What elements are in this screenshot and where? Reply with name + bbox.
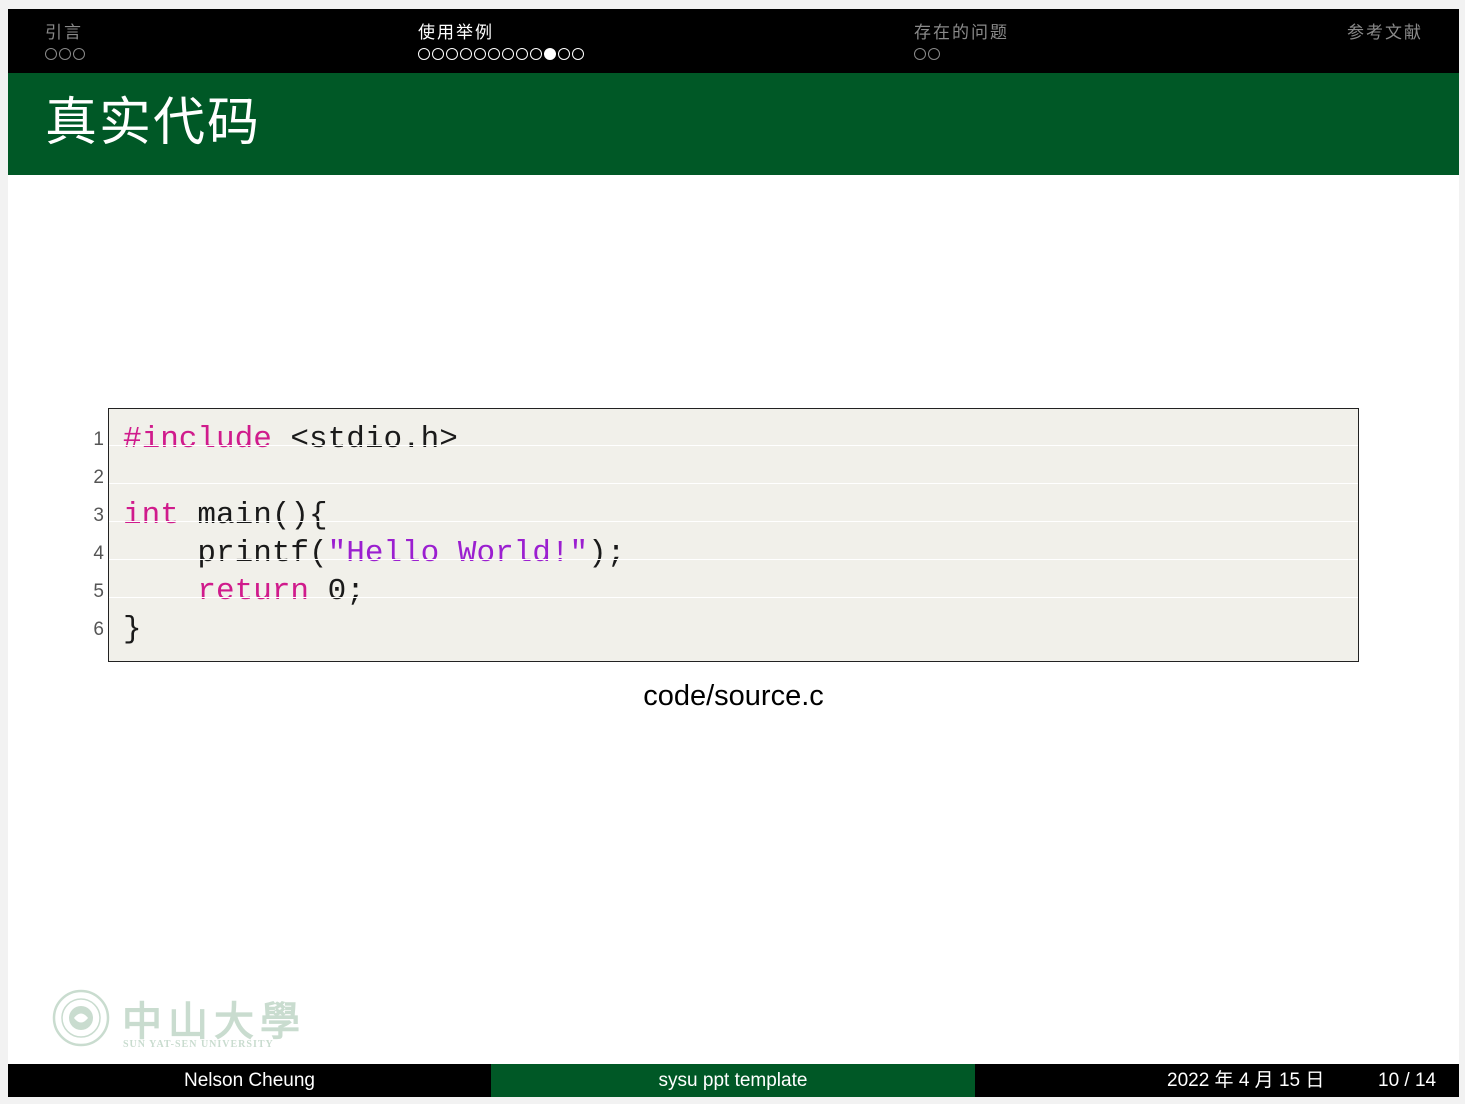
nav-section-title[interactable]: 使用举例 [418,21,584,45]
nav-dot[interactable] [914,48,926,60]
code-line [109,446,1358,484]
code-line: } [109,598,1358,647]
nav-section-problems[interactable]: 存在的问题 [914,21,1009,62]
nav-section-title[interactable]: 参考文献 [1347,21,1423,45]
page-number: 10 / 14 [1378,1070,1437,1091]
footer-date: 2022 年 4 月 15 日 [1167,1070,1325,1091]
line-number: 1 [93,429,104,450]
nav-dot[interactable] [572,48,584,60]
line-number: 4 [93,543,104,564]
code-caption: code/source.c [643,680,824,712]
footer-title: sysu ppt template [491,1064,975,1097]
nav-section-title[interactable]: 引言 [45,21,85,45]
nav-dot[interactable] [516,48,528,60]
slide: 引言 使用举例 存在的问题 参考文献 真实代码 1 2 3 4 5 6 #include … [8,9,1459,1097]
code-listing: #include <stdio.h> int main(){ printf("He… [108,408,1359,662]
nav-dot[interactable] [460,48,472,60]
nav-dot[interactable] [73,48,85,60]
footer-info: 2022 年 4 月 15 日 10 / 14 [975,1064,1459,1097]
university-seal-icon [52,989,110,1047]
nav-dot[interactable] [928,48,940,60]
nav-slide-dots [45,48,85,62]
section-navigation: 引言 使用举例 存在的问题 参考文献 [8,9,1459,73]
nav-slide-dots [418,48,584,62]
footer: Nelson Cheung sysu ppt template 2022 年 4… [8,1064,1459,1097]
university-english-name: SUN YAT-SEN UNIVERSITY [123,1039,274,1050]
nav-dot[interactable] [45,48,57,60]
frame-title-bar: 真实代码 [8,73,1459,175]
code-line: return 0; [109,560,1358,609]
footer-author: Nelson Cheung [8,1064,491,1097]
nav-slide-dots [914,48,1009,62]
code-line-text: } [123,610,142,650]
nav-slide-dots [1347,48,1423,62]
nav-section-references[interactable]: 参考文献 [1347,21,1423,62]
nav-dot[interactable] [418,48,430,60]
nav-dot[interactable] [502,48,514,60]
nav-dot[interactable] [446,48,458,60]
nav-dot[interactable] [59,48,71,60]
university-logo: 中山大學 SUN YAT-SEN UNIVERSITY [52,987,300,1053]
nav-dot[interactable] [488,48,500,60]
code-line: #include <stdio.h> [109,408,1358,457]
frame-title: 真实代码 [45,93,262,153]
line-number: 5 [93,581,104,602]
nav-dot[interactable] [432,48,444,60]
nav-dot[interactable] [530,48,542,60]
nav-section-title[interactable]: 存在的问题 [914,21,1009,45]
line-number: 3 [93,505,104,526]
code-line: printf("Hello World!"); [109,522,1358,571]
line-number: 2 [93,467,104,488]
line-number: 6 [93,619,104,640]
code-token: } [123,612,142,647]
nav-section-examples[interactable]: 使用举例 [418,21,584,62]
nav-section-intro[interactable]: 引言 [45,21,85,62]
nav-dot[interactable] [558,48,570,60]
nav-dot-current[interactable] [544,48,556,60]
code-line: int main(){ [109,484,1358,533]
nav-dot[interactable] [474,48,486,60]
